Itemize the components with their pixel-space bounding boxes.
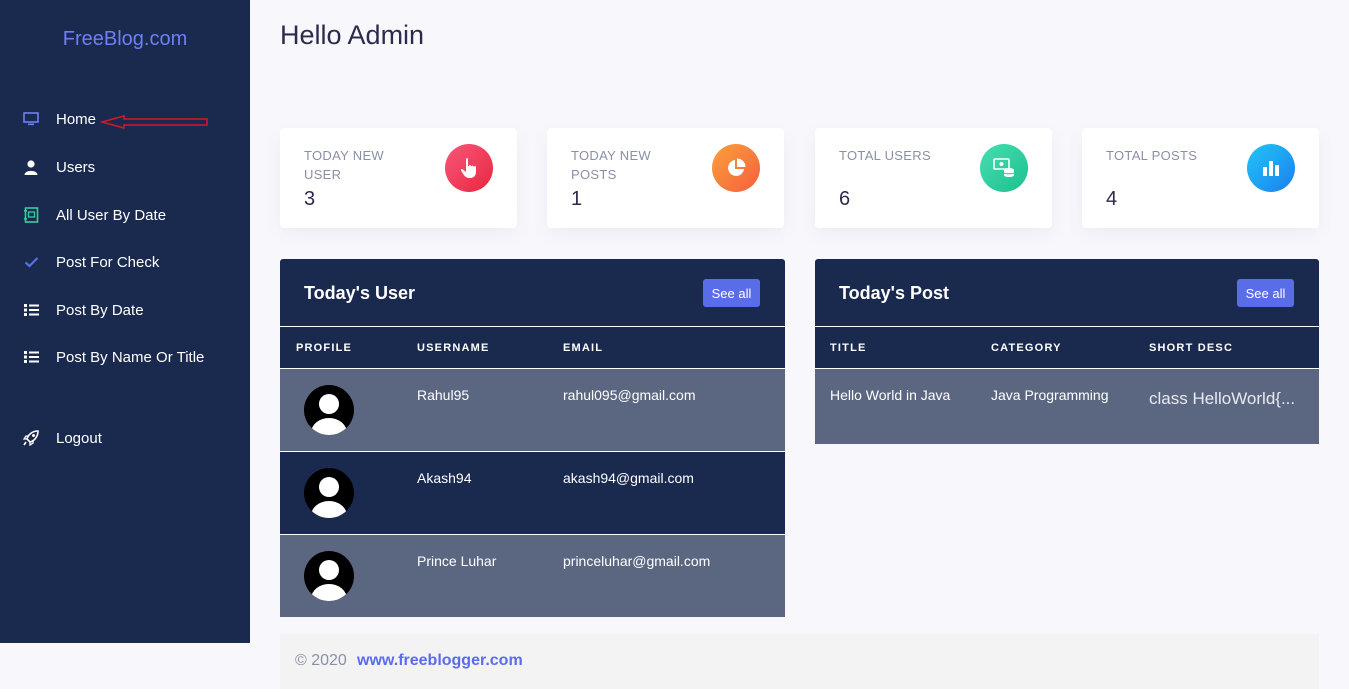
sidebar-item-label: Post By Date — [56, 301, 144, 319]
see-all-users-button[interactable]: See all — [703, 279, 760, 307]
column-header-username: USERNAME — [417, 342, 490, 354]
stat-card-total-users: TOTAL USERS 6 — [815, 128, 1052, 228]
sidebar-item-all-user-by-date[interactable]: All User By Date — [22, 203, 166, 227]
table-header: PROFILE USERNAME EMAIL — [280, 327, 785, 369]
see-all-posts-button[interactable]: See all — [1237, 279, 1294, 307]
stat-card-value: 1 — [571, 188, 583, 210]
sidebar-item-label: Post By Name Or Title — [56, 348, 205, 366]
email-cell: princeluhar@gmail.com — [563, 553, 711, 569]
table-row[interactable]: Prince Luhar princeluhar@gmail.com — [280, 535, 785, 617]
sidebar-item-post-by-date[interactable]: Post By Date — [22, 298, 144, 322]
sidebar-item-label: All User By Date — [56, 206, 167, 224]
table-row[interactable]: Akash94 akash94@gmail.com — [280, 452, 785, 535]
panel-title: Today's Post — [839, 283, 949, 303]
sidebar-item-logout[interactable]: Logout — [22, 426, 102, 450]
column-header-profile: PROFILE — [296, 342, 353, 354]
stat-card-label: TODAY NEW USER — [304, 148, 384, 182]
stat-card-label: TODAY NEW POSTS — [571, 148, 651, 182]
post-short-desc-cell: class HelloWorld{... — [1149, 389, 1296, 408]
avatar — [304, 385, 354, 435]
stat-card-value: 3 — [304, 188, 316, 210]
stat-card-value: 4 — [1106, 188, 1118, 210]
sidebar-item-label: Home — [56, 110, 97, 128]
table-header: TITLE CATEGORY SHORT DESC — [815, 327, 1319, 369]
username-cell: Prince Luhar — [417, 553, 497, 569]
table-row[interactable]: Rahul95 rahul095@gmail.com — [280, 369, 785, 452]
stat-card-value: 6 — [839, 188, 851, 210]
stat-card-label: TOTAL POSTS — [1106, 148, 1198, 163]
money-stack-icon — [980, 144, 1028, 192]
page-title: Hello Admin — [280, 20, 425, 50]
check-icon — [22, 253, 40, 271]
sidebar-item-home[interactable]: Home — [22, 107, 96, 131]
panel-header: Today's User See all — [280, 259, 785, 327]
table-row[interactable]: Hello World in Java Java Programming cla… — [815, 369, 1319, 444]
user-icon — [22, 158, 40, 176]
pie-chart-icon — [712, 144, 760, 192]
annotation-arrow-icon — [100, 115, 208, 129]
footer-site-link[interactable]: www.freeblogger.com — [357, 652, 523, 670]
footer: © 2020 www.freeblogger.com — [280, 634, 1319, 689]
sidebar-item-post-for-check[interactable]: Post For Check — [22, 250, 159, 274]
copyright-text: © 2020 — [295, 652, 347, 669]
pointer-hand-icon — [445, 144, 493, 192]
sidebar-item-post-by-name-or-title[interactable]: Post By Name Or Title — [22, 345, 204, 369]
avatar — [304, 551, 354, 601]
post-title-cell: Hello World in Java — [830, 387, 951, 403]
panel-header: Today's Post See all — [815, 259, 1319, 327]
panel-title: Today's User — [304, 283, 415, 303]
column-header-email: EMAIL — [563, 342, 604, 354]
avatar — [304, 468, 354, 518]
todays-post-panel: Today's Post See all TITLE CATEGORY SHOR… — [815, 259, 1319, 444]
column-header-category: CATEGORY — [991, 342, 1062, 354]
column-header-short-desc: SHORT DESC — [1149, 342, 1234, 354]
bar-chart-icon — [1247, 144, 1295, 192]
monitor-icon — [22, 110, 40, 128]
rocket-icon — [22, 429, 40, 447]
list-icon — [22, 348, 40, 366]
sidebar-item-label: Logout — [56, 429, 102, 447]
username-cell: Akash94 — [417, 470, 472, 486]
todays-user-panel: Today's User See all PROFILE USERNAME EM… — [280, 259, 785, 617]
stat-card-total-posts: TOTAL POSTS 4 — [1082, 128, 1319, 228]
column-header-title: TITLE — [830, 342, 867, 354]
sidebar: FreeBlog.com Home Users All User By Date… — [0, 0, 250, 643]
sidebar-item-label: Users — [56, 158, 96, 176]
post-category-cell: Java Programming — [991, 387, 1109, 403]
address-book-icon — [22, 206, 40, 224]
email-cell: akash94@gmail.com — [563, 470, 694, 486]
sidebar-item-label: Post For Check — [56, 253, 160, 271]
stat-card-today-new-posts: TODAY NEW POSTS 1 — [547, 128, 784, 228]
email-cell: rahul095@gmail.com — [563, 387, 696, 403]
brand-logo[interactable]: FreeBlog.com — [0, 28, 250, 51]
sidebar-item-users[interactable]: Users — [22, 155, 95, 179]
stat-card-label: TOTAL USERS — [839, 148, 931, 163]
username-cell: Rahul95 — [417, 387, 470, 403]
list-icon — [22, 301, 40, 319]
stat-card-today-new-user: TODAY NEW USER 3 — [280, 128, 517, 228]
